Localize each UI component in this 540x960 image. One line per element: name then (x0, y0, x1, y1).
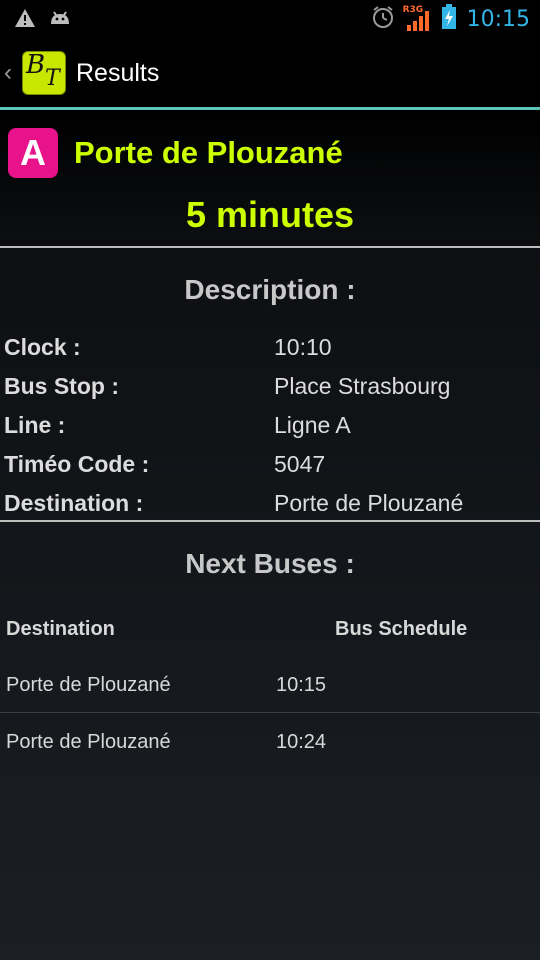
back-chevron-icon[interactable]: ‹ (4, 59, 18, 87)
app-logo[interactable]: B T (22, 50, 66, 95)
info-value: Porte de Plouzané (274, 490, 464, 516)
info-row-clock: Clock : 10:10 (4, 334, 534, 370)
signal-icon: R3G (402, 4, 431, 33)
destination-title: Porte de Plouzané (74, 135, 343, 170)
logo-letter-b: B (26, 50, 46, 80)
row-destination: Porte de Plouzané (6, 731, 171, 753)
table-row[interactable]: Porte de Plouzané 10:15 (0, 656, 540, 712)
warning-icon (14, 8, 36, 33)
page-title: Results (76, 58, 160, 87)
info-row-bus-stop: Bus Stop : Place Strasbourg (4, 373, 534, 409)
info-value: Ligne A (274, 412, 351, 438)
results-content[interactable]: A Porte de Plouzané 5 minutes Descriptio… (0, 110, 540, 960)
alarm-icon (371, 5, 395, 34)
info-value: Place Strasbourg (274, 373, 451, 399)
result-header: A Porte de Plouzané (8, 128, 343, 178)
battery-icon (441, 4, 457, 35)
schedule-table-header: Destination Bus Schedule (6, 618, 536, 641)
clock: 10:15 (466, 7, 530, 32)
info-label: Clock : (4, 334, 81, 360)
action-bar: ‹ B T Results (0, 38, 540, 108)
table-row[interactable]: Porte de Plouzané 10:24 (0, 713, 540, 769)
status-bar: R3G 10:15 (0, 0, 540, 38)
divider (0, 520, 540, 522)
network-type-label: R3G (402, 4, 424, 15)
row-schedule: 10:15 (276, 674, 327, 696)
android-icon (48, 8, 72, 33)
next-buses-title: Next Buses : (185, 548, 355, 579)
divider (0, 246, 540, 248)
row-destination: Porte de Plouzané (6, 674, 171, 696)
logo-letter-t: T (45, 66, 60, 91)
info-value: 10:10 (274, 334, 332, 360)
info-value: 5047 (274, 451, 326, 477)
info-label: Destination : (4, 490, 144, 516)
line-badge: A (8, 128, 58, 178)
description-title: Description : (184, 274, 356, 305)
info-row-line: Line : Ligne A (4, 412, 534, 448)
row-schedule: 10:24 (276, 731, 327, 753)
info-label: Line : (4, 412, 66, 438)
info-label: Timéo Code : (4, 451, 150, 477)
minutes-remaining: 5 minutes (185, 194, 355, 235)
column-header-destination: Destination (6, 618, 115, 640)
column-header-schedule: Bus Schedule (335, 618, 468, 640)
info-row-timeo-code: Timéo Code : 5047 (4, 451, 534, 487)
info-label: Bus Stop : (4, 373, 119, 399)
